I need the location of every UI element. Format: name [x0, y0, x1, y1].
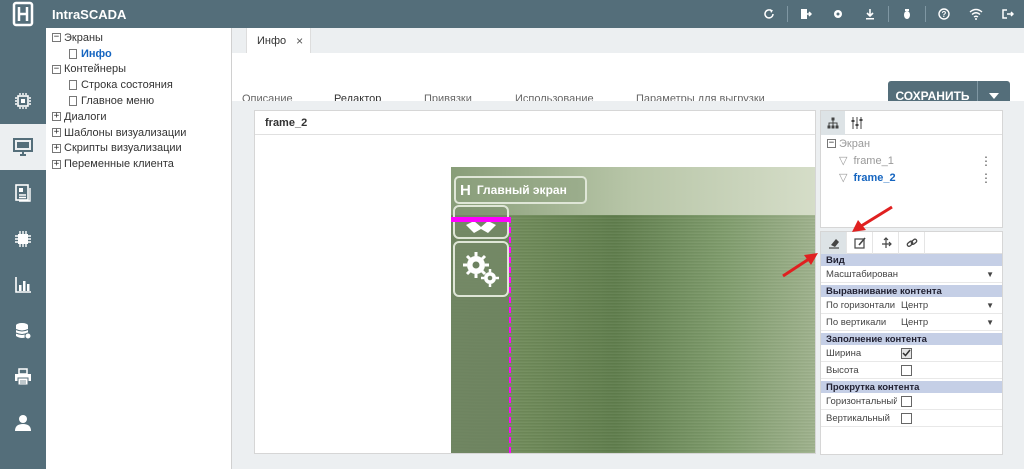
- red-arrow-icon: [852, 205, 893, 232]
- red-arrow-icon: [782, 253, 818, 278]
- annotation-arrows: [782, 205, 893, 278]
